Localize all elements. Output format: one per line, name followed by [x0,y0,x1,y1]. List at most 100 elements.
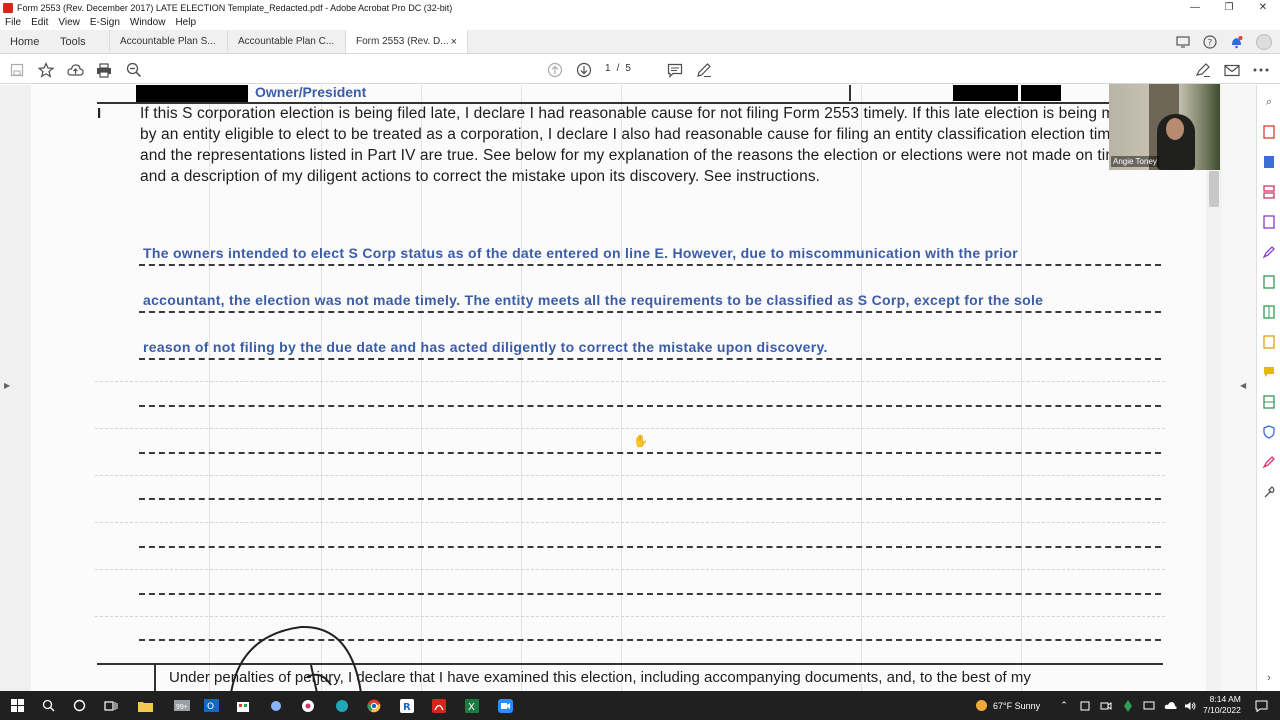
cortana-icon[interactable] [70,697,88,714]
create-pdf-icon[interactable] [1262,155,1276,169]
part-label: I [97,105,102,122]
snip-tool-icon[interactable] [267,697,285,714]
comment-icon[interactable] [666,61,684,79]
fill-and-sign-icon[interactable] [1262,245,1276,259]
notification-bell-icon[interactable] [1229,35,1244,50]
compare-files-icon[interactable] [1262,305,1276,319]
previous-page-icon[interactable] [546,61,564,79]
late-election-declaration: If this S corporation election is being … [140,105,1141,185]
expand-left-panel-icon[interactable]: ▶ [4,381,10,390]
acrobat-taskbar-icon[interactable] [430,697,448,714]
edge-icon[interactable] [333,697,351,714]
green-tray-icon[interactable] [1119,697,1137,714]
weather-widget[interactable]: 67°F Sunny [976,691,1040,720]
upload-cloud-icon[interactable] [66,61,84,79]
share-screen-icon[interactable] [1175,35,1190,50]
volume-icon[interactable] [1181,697,1199,714]
itunes-icon[interactable] [299,697,317,714]
search-tool-icon[interactable]: ⌕ [1262,95,1276,109]
menu-file[interactable]: File [0,17,26,28]
tray-app-icon[interactable] [1076,697,1094,714]
edit-pdf-icon[interactable] [1262,335,1276,349]
main-toolbar: 1 / 5 [0,55,1280,84]
onedrive-icon[interactable] [1161,697,1179,714]
webcam-face [1166,118,1184,140]
menu-edit[interactable]: Edit [26,17,53,28]
system-clock[interactable]: 8:14 AM 7/10/2022 [1203,694,1241,716]
tab-document-1[interactable]: Accountable Plan S... [110,30,228,53]
more-options-icon[interactable] [1252,61,1270,79]
tab-tools-label: Tools [60,35,86,48]
outlook-icon[interactable]: O [202,697,220,714]
faint-line [95,569,1165,570]
tab-home[interactable]: Home [0,30,50,53]
scan-ocr-icon[interactable] [1262,395,1276,409]
combine-files-icon[interactable] [1262,185,1276,199]
clock-date: 7/10/2022 [1203,705,1241,715]
request-signature-icon[interactable] [1262,455,1276,469]
explanation-line-2: accountant, the election was not made ti… [143,292,1044,308]
network-icon[interactable] [1140,697,1158,714]
tab-tools[interactable]: Tools [50,30,110,53]
help-icon[interactable]: ? [1202,35,1217,50]
maximize-button[interactable]: ❐ [1212,0,1246,15]
minimize-button[interactable]: — [1178,0,1212,15]
svg-text:?: ? [1207,39,1212,49]
show-hidden-icons-icon[interactable]: ⌃ [1055,697,1073,714]
bookmark-star-icon[interactable] [37,61,55,79]
store-icon[interactable] [234,697,252,714]
pdf-page[interactable]: Owner/President I If this S corporation … [31,85,1206,691]
menu-view[interactable]: View [53,17,85,28]
user-avatar[interactable] [1256,34,1272,50]
tab-document-3-active[interactable]: Form 2553 (Rev. D... × [346,30,468,53]
export-to-excel-icon[interactable] [1262,275,1276,289]
expand-rail-icon[interactable]: › [1262,671,1276,685]
scrollbar-thumb[interactable] [1209,171,1219,207]
tab-document-2[interactable]: Accountable Plan C... [228,30,346,53]
svg-text:X: X [468,702,475,713]
tab-document-1-label: Accountable Plan S... [120,36,216,47]
task-view-icon[interactable] [102,697,120,714]
menu-esign[interactable]: E-Sign [85,17,125,28]
email-icon[interactable] [1223,61,1241,79]
save-icon[interactable] [8,61,26,79]
draw-pen-icon[interactable] [695,61,713,79]
owner-title: Owner/President [255,85,367,100]
search-icon[interactable] [39,697,57,714]
webcam-overlay: Angie Toney [1109,84,1220,170]
chrome-icon[interactable] [365,697,383,714]
close-tab-icon[interactable]: × [451,36,457,48]
zoom-out-icon[interactable] [125,61,143,79]
meet-now-icon[interactable] [1097,697,1115,714]
vertical-scrollbar[interactable] [1206,85,1222,691]
next-page-icon[interactable] [575,61,593,79]
page-indicator: 1 / 5 [605,63,631,74]
redaction-box [136,85,248,103]
more-tools-icon[interactable] [1262,485,1276,499]
fill-sign-icon[interactable] [1194,61,1212,79]
excel-icon[interactable]: X [463,697,481,714]
export-pdf-icon[interactable] [1262,125,1276,139]
current-page-input[interactable]: 1 [605,63,611,74]
zoom-app-icon[interactable] [496,697,514,714]
collapse-right-panel-icon[interactable]: ◀ [1240,381,1246,390]
file-explorer-icon[interactable] [136,697,154,714]
organize-pages-icon[interactable] [1262,215,1276,229]
clock-time: 8:14 AM [1209,694,1241,704]
redaction-box [1021,85,1061,101]
r-app-icon[interactable]: R [398,697,416,714]
close-window-button[interactable]: ✕ [1246,0,1280,15]
left-panel-collapsed[interactable]: ▶ [0,85,31,691]
notifications-center-icon[interactable] [1252,697,1270,714]
comment-tool-icon[interactable] [1262,365,1276,379]
hand-cursor-icon: ✋ [633,434,648,448]
signature-box-edge [154,665,156,691]
tab-document-2-label: Accountable Plan C... [238,36,335,47]
menu-window[interactable]: Window [125,17,171,28]
windows-start-icon[interactable] [8,697,26,714]
print-icon[interactable] [95,61,113,79]
writing-line [139,498,1161,500]
menu-help[interactable]: Help [170,17,201,28]
protect-icon[interactable] [1262,425,1276,439]
document-viewport[interactable]: ▶ Owner/President I If this S corporatio… [0,85,1256,691]
